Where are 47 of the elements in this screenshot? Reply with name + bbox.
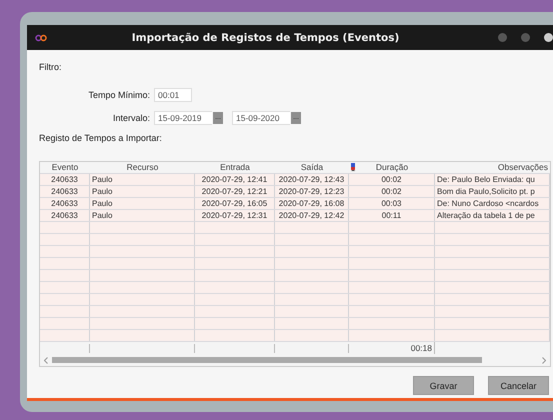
table-cell: Paulo: [90, 186, 195, 197]
column-header[interactable]: Observações: [435, 162, 550, 173]
scroll-right-icon: [542, 356, 546, 364]
table-cell: Alteração da tabela 1 de pe: [435, 210, 550, 221]
table-cell: De: Paulo Belo Enviada: qu: [435, 174, 550, 185]
column-header[interactable]: Saída: [275, 162, 349, 173]
table-cell: Bom dia Paulo,Solicito pt. p: [435, 186, 550, 197]
table-cell: 2020-07-29, 16:08: [275, 198, 349, 209]
table-cell: 00:11: [349, 210, 435, 221]
table-cell: 2020-07-29, 12:41: [195, 174, 275, 185]
logo-icon: [35, 34, 47, 42]
interval-label: Intervalo:: [112, 113, 150, 123]
window-title: Importação de Registos de Tempos (Eventos): [130, 32, 400, 44]
table-cell: 2020-07-29, 12:43: [275, 174, 349, 185]
column-header[interactable]: Evento: [40, 162, 90, 173]
scroll-left-icon: [44, 356, 48, 364]
table-cell: 2020-07-29, 12:31: [195, 210, 275, 221]
save-button[interactable]: Gravar: [413, 376, 474, 395]
min-time-field[interactable]: 00:01: [154, 88, 192, 102]
cancel-button[interactable]: Cancelar: [488, 376, 549, 395]
table-cell: De: Nuno Cardoso <ncardos: [435, 198, 550, 209]
table-cell: 240633: [40, 186, 90, 197]
table-cell: Paulo: [90, 210, 195, 221]
table-title: Registo de Tempos a Importar:: [39, 133, 162, 143]
column-header[interactable]: Entrada: [195, 162, 275, 173]
table-cell: Paulo: [90, 174, 195, 185]
filter-label: Filtro:: [39, 62, 62, 72]
table-cell: 2020-07-29, 12:21: [195, 186, 275, 197]
table-cell: 240633: [40, 174, 90, 185]
end-date-field[interactable]: 15-09-2020: [232, 111, 290, 125]
table-cell: 2020-07-29, 16:05: [195, 198, 275, 209]
table-cell: 2020-07-29, 12:23: [275, 186, 349, 197]
start-date-field[interactable]: 15-09-2019: [154, 111, 212, 125]
column-header[interactable]: Duração: [349, 162, 435, 173]
min-time-label: Tempo Mínimo:: [87, 90, 150, 100]
table-cell: 240633: [40, 210, 90, 221]
maximize-button[interactable]: [521, 33, 530, 42]
close-button[interactable]: [544, 33, 553, 42]
table-cell: 2020-07-29, 12:42: [275, 210, 349, 221]
table-cell: 00:03: [349, 198, 435, 209]
minimize-button[interactable]: [498, 33, 507, 42]
table-cell: Paulo: [90, 198, 195, 209]
table-cell: 00:02: [349, 174, 435, 185]
table-cell: 240633: [40, 198, 90, 209]
table-cell: 00:02: [349, 186, 435, 197]
column-header[interactable]: Recurso: [90, 162, 195, 173]
total-duration: 00:18: [349, 342, 435, 354]
